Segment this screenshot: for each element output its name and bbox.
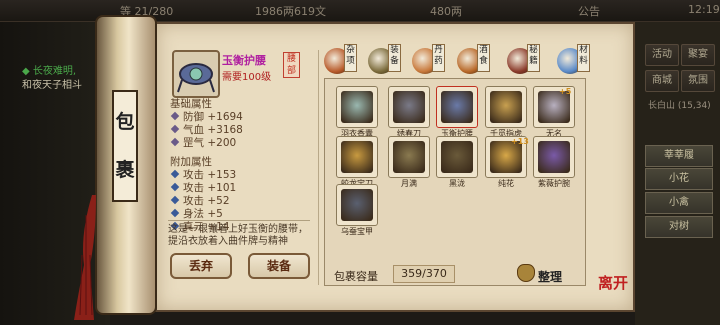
chat-line: ◆ 长夜难明, <box>22 66 77 77</box>
inventory-slot[interactable] <box>336 184 378 226</box>
item-description: 这是一根镶着上好玉衡的腰带，提沿衣放着入曲件牌与精神 <box>168 220 310 248</box>
item-icon <box>341 141 373 173</box>
item-icon <box>393 141 425 173</box>
item-icon <box>341 91 373 123</box>
enhance-badge: +5 <box>559 87 572 96</box>
announce-link[interactable]: 公告 <box>578 3 600 19</box>
item-icon <box>441 91 473 123</box>
inventory-slot[interactable] <box>388 86 430 128</box>
selected-item-icon <box>172 50 220 98</box>
equip-button[interactable]: 装备 <box>248 253 310 279</box>
stat-row: 罡气 +200 <box>170 137 310 150</box>
scroll-title: 包裹 <box>112 90 138 202</box>
item-label: 纯花 <box>498 179 514 188</box>
npc-item[interactable]: 小禽 <box>645 192 713 214</box>
item-icon <box>393 91 425 123</box>
category-label: 酒食 <box>477 44 490 72</box>
discard-button[interactable]: 丢弃 <box>170 253 232 279</box>
inventory-slot[interactable] <box>336 136 378 178</box>
item-label: 月满 <box>401 179 417 188</box>
item-icon <box>341 189 373 221</box>
npc-item[interactable]: 对树 <box>645 216 713 238</box>
inventory-slot[interactable] <box>336 86 378 128</box>
capacity-label: 包裹容量 <box>334 270 378 283</box>
category-label: 材料 <box>577 44 590 72</box>
item-icon <box>538 141 570 173</box>
divider <box>318 50 319 285</box>
category-label: 杂项 <box>344 44 357 72</box>
activity-button[interactable]: 活动 <box>645 44 679 66</box>
inventory-slot[interactable] <box>388 136 430 178</box>
stat-row: 攻击 +101 <box>170 182 310 195</box>
item-label: 乌蚕宝甲 <box>341 227 373 236</box>
help-button[interactable]: 氛围 <box>681 70 715 92</box>
inventory-slot[interactable] <box>436 86 478 128</box>
tassel-decoration <box>74 195 96 320</box>
gold-text: 480两 <box>430 5 462 18</box>
shop-button[interactable]: 商城 <box>645 70 679 92</box>
bag-icon <box>517 264 535 282</box>
close-logo[interactable]: 离开 <box>598 272 628 293</box>
inventory-slot[interactable] <box>485 86 527 128</box>
npc-item[interactable]: 小花 <box>645 168 713 190</box>
category-tab[interactable]: 秘籍 <box>505 44 541 78</box>
stat-row: 防御 +1694 <box>170 111 310 124</box>
inventory-slot[interactable] <box>533 136 575 178</box>
npc-item[interactable]: 莘莘履 <box>645 145 713 167</box>
item-label: 紫薇护腕 <box>538 179 570 188</box>
category-tab[interactable]: 酒食 <box>455 44 491 78</box>
category-tab[interactable]: 杂项 <box>322 44 358 78</box>
enhance-badge: +13 <box>511 137 529 146</box>
stat-row: 气血 +3168 <box>170 124 310 137</box>
item-label: 黑泷 <box>449 179 465 188</box>
slot-tag: 腰部 <box>283 52 300 78</box>
chat-line: 和夜天子相斗 <box>22 80 82 91</box>
inventory-slot[interactable] <box>436 136 478 178</box>
location-text: 长白山 (15,34) <box>648 101 711 111</box>
category-label: 秘籍 <box>527 44 540 72</box>
category-tab[interactable]: 丹药 <box>410 44 446 78</box>
item-icon <box>490 91 522 123</box>
item-name: 玉衡护腰 <box>222 54 266 67</box>
item-requirement: 需要100级 <box>222 72 272 83</box>
stat-row: 攻击 +153 <box>170 169 310 182</box>
category-label: 装备 <box>388 44 401 72</box>
category-tab[interactable]: 装备 <box>366 44 402 78</box>
category-tab[interactable]: 材料 <box>555 44 591 78</box>
category-label: 丹药 <box>432 44 445 72</box>
stats-panel: 基础属性 防御 +1694 气血 +3168 罡气 +200 附加属性 攻击 +… <box>170 98 310 236</box>
belt-icon <box>177 63 215 93</box>
money-text: 1986两619文 <box>255 5 326 18</box>
extra-stats-title: 附加属性 <box>170 156 212 168</box>
clock-text: 12:19 <box>688 3 720 16</box>
sort-button[interactable]: 整理 <box>538 268 562 285</box>
capacity-value: 359/370 <box>393 265 455 283</box>
item-icon <box>441 141 473 173</box>
team-button[interactable]: 聚宴 <box>681 44 715 66</box>
base-stats-title: 基础属性 <box>170 98 212 110</box>
stat-row: 攻击 +52 <box>170 195 310 208</box>
